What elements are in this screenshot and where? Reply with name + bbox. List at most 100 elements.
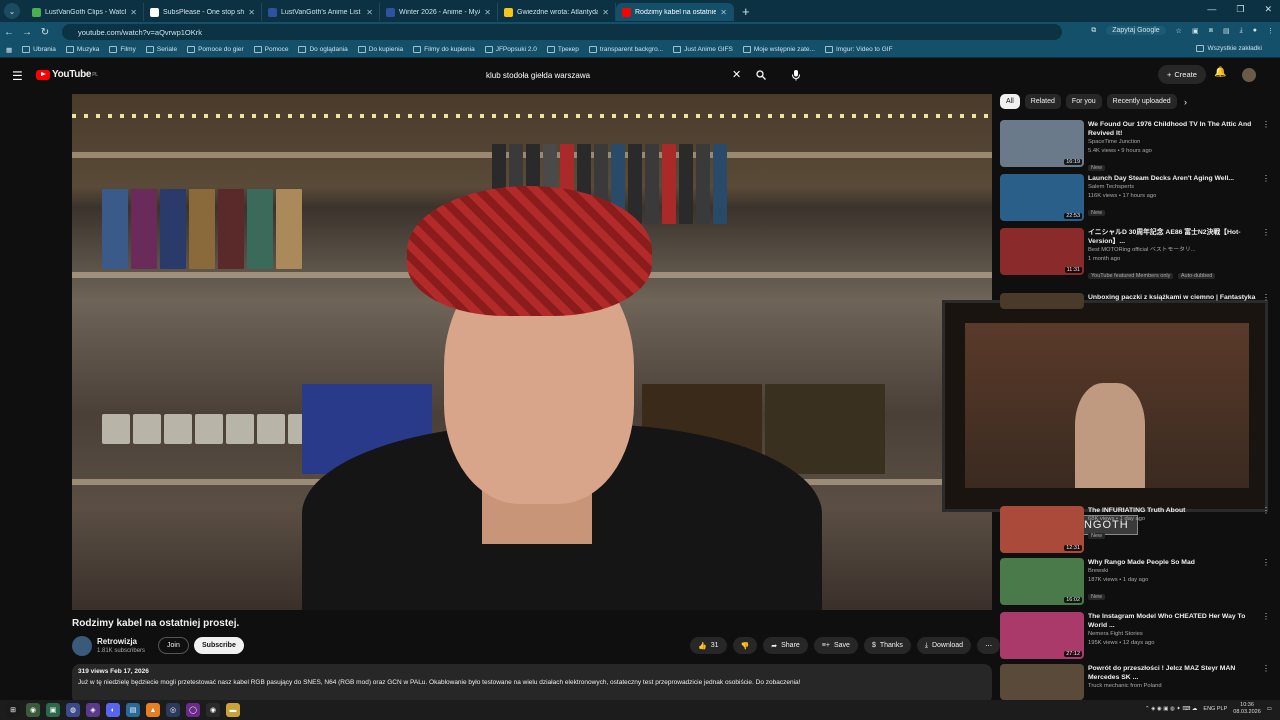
- clear-search-icon[interactable]: ✕: [732, 68, 741, 81]
- download-button[interactable]: ⤓ Download: [916, 637, 972, 654]
- maximize-icon[interactable]: ❐: [1236, 4, 1244, 15]
- bookmark-folder[interactable]: Ubrania: [22, 46, 56, 53]
- share-button[interactable]: ➦ Share: [763, 637, 808, 654]
- google-lens-button[interactable]: Zapytaj Google: [1106, 26, 1166, 35]
- bookmark-link[interactable]: Трекер: [546, 46, 579, 53]
- file-explorer-icon[interactable]: ▬: [226, 703, 240, 717]
- bookmark-folder[interactable]: Filmy do kupienia: [413, 46, 475, 53]
- notification-center-icon[interactable]: ▭: [1267, 706, 1272, 712]
- menu-kebab-icon[interactable]: ⋮: [1267, 27, 1274, 35]
- tray-icons[interactable]: ⌃ ◈ ◉ ▣ ◍ ✦ ⌨ ☁: [1145, 706, 1197, 712]
- video-thumbnail[interactable]: 12:31: [1000, 506, 1084, 553]
- rec-title[interactable]: We Found Our 1976 Childhood TV In The At…: [1088, 120, 1258, 138]
- forward-icon[interactable]: →: [18, 27, 36, 38]
- bookmark-link[interactable]: Just Anime GIFS: [673, 46, 733, 53]
- chrome-icon[interactable]: ◉: [26, 703, 40, 717]
- rec-title[interactable]: Powrót do przeszłości ! Jelcz MAZ Steyr …: [1088, 664, 1258, 682]
- rec-title[interactable]: Unboxing paczki z książkami w ciemno | F…: [1088, 293, 1258, 302]
- rec-title[interactable]: Launch Day Steam Decks Aren't Aging Well…: [1088, 174, 1258, 183]
- app-icon[interactable]: ▣: [46, 703, 60, 717]
- bookmark-folder[interactable]: Pomoce: [253, 46, 288, 53]
- more-vert-icon[interactable]: ⋮: [1262, 120, 1270, 129]
- recommended-video[interactable]: Unboxing paczki z książkami w ciemno | F…: [1000, 293, 1270, 309]
- rec-title[interactable]: The INFURIATING Truth About: [1088, 506, 1258, 515]
- voice-search-button[interactable]: [786, 65, 806, 85]
- side-panel-icon[interactable]: ▤: [1223, 27, 1230, 35]
- close-tab-icon[interactable]: ✕: [602, 8, 609, 17]
- minimize-icon[interactable]: —: [1207, 4, 1216, 15]
- all-bookmarks-folder[interactable]: Wszystkie zakładki: [1196, 45, 1262, 52]
- bookmark-link[interactable]: transparent backgro...: [588, 46, 663, 53]
- tab-search-button[interactable]: ⌄: [4, 3, 20, 19]
- video-thumbnail[interactable]: [1000, 293, 1084, 309]
- chip-related[interactable]: Related: [1024, 94, 1061, 109]
- install-app-icon[interactable]: ⧉: [1091, 27, 1096, 35]
- browser-tab[interactable]: LustVanGoth's Anime List - My ✕: [262, 3, 380, 21]
- close-window-icon[interactable]: ✕: [1264, 4, 1272, 15]
- vlc-icon[interactable]: ▲: [146, 703, 160, 717]
- extension-icon[interactable]: ▣: [1192, 27, 1199, 35]
- more-actions-button[interactable]: ⋯: [977, 637, 1001, 654]
- recommended-video[interactable]: 12:31 The INFURIATING Truth About 68K vi…: [1000, 506, 1270, 553]
- recommended-video[interactable]: 16:02 Why Rango Made People So Mad Brews…: [1000, 558, 1270, 605]
- profile-icon[interactable]: ●: [1253, 27, 1257, 34]
- clock[interactable]: 10:36 08.03.2026: [1233, 702, 1261, 716]
- more-vert-icon[interactable]: ⋮: [1262, 664, 1270, 673]
- video-thumbnail[interactable]: 16:19: [1000, 120, 1084, 167]
- steam-icon[interactable]: ◎: [166, 703, 180, 717]
- search-button[interactable]: [750, 65, 772, 85]
- rec-title[interactable]: Why Rango Made People So Mad: [1088, 558, 1258, 567]
- notifications-bell-icon[interactable]: 🔔: [1214, 67, 1226, 78]
- rec-channel[interactable]: Truck mechanic from Poland: [1088, 682, 1258, 691]
- video-thumbnail[interactable]: [1000, 664, 1084, 700]
- bookmark-link[interactable]: JFPopsuki 2.0: [484, 46, 537, 53]
- app-icon[interactable]: ◉: [206, 703, 220, 717]
- description-box[interactable]: 319 views Feb 17, 2026 Już w tę niedziel…: [72, 664, 992, 704]
- recommended-video[interactable]: 11:31 イニシャルD 30周年記念 AE86 富士N2決戦【Hot-Vers…: [1000, 228, 1270, 282]
- video-thumbnail[interactable]: 27:12: [1000, 612, 1084, 659]
- app-icon[interactable]: ▤: [126, 703, 140, 717]
- more-vert-icon[interactable]: ⋮: [1262, 558, 1270, 567]
- apps-grid-icon[interactable]: ▦: [6, 46, 12, 54]
- back-icon[interactable]: ←: [0, 27, 18, 38]
- new-tab-button[interactable]: +: [742, 4, 750, 19]
- video-thumbnail[interactable]: 22:53: [1000, 174, 1084, 221]
- app-icon[interactable]: ◈: [86, 703, 100, 717]
- browser-tab[interactable]: SubsPlease - One stop shop fo✕: [144, 3, 262, 21]
- account-avatar[interactable]: [1242, 68, 1256, 82]
- bookmark-folder[interactable]: Do oglądania: [298, 46, 348, 53]
- chip-all[interactable]: All: [1000, 94, 1020, 109]
- dislike-button[interactable]: 👎: [732, 637, 758, 654]
- close-tab-icon[interactable]: ✕: [720, 8, 727, 17]
- thanks-button[interactable]: $ Thanks: [863, 637, 911, 654]
- rec-channel[interactable]: Brewski: [1088, 567, 1258, 576]
- url-field[interactable]: youtube.com/watch?v=aQvrwp1OKrk: [62, 24, 1062, 40]
- browser-tab[interactable]: Gwiezdne wrota: Atlantyda / St✕: [498, 3, 616, 21]
- hamburger-menu-icon[interactable]: ☰: [12, 69, 23, 83]
- save-button[interactable]: ≡+ Save: [813, 637, 858, 654]
- video-player[interactable]: [72, 94, 992, 610]
- bookmark-folder[interactable]: Seriale: [145, 46, 177, 53]
- youtube-logo[interactable]: YouTube PL: [36, 69, 98, 80]
- browser-tab-active[interactable]: Rodzimy kabel na ostatniej ✕: [616, 3, 734, 21]
- more-vert-icon[interactable]: ⋮: [1262, 228, 1270, 237]
- rec-title[interactable]: イニシャルD 30周年記念 AE86 富士N2決戦【Hot-Version】..…: [1088, 228, 1258, 246]
- channel-name[interactable]: Retrowizja: [97, 637, 137, 646]
- more-vert-icon[interactable]: ⋮: [1262, 174, 1270, 183]
- browser-tab[interactable]: LustVanGoth Clips - Watch Live ✕: [26, 3, 144, 21]
- close-tab-icon[interactable]: ✕: [248, 8, 255, 17]
- bookmark-folder[interactable]: Pomoce do gier: [187, 46, 244, 53]
- close-tab-icon[interactable]: ✕: [366, 8, 373, 17]
- more-vert-icon[interactable]: ⋮: [1262, 293, 1270, 302]
- recommended-video[interactable]: 27:12 The Instagram Model Who CHEATED He…: [1000, 612, 1270, 659]
- downloads-icon[interactable]: ⤓: [1240, 27, 1243, 35]
- extensions-puzzle-icon[interactable]: ⧈: [1209, 27, 1213, 35]
- close-tab-icon[interactable]: ✕: [484, 8, 491, 17]
- like-button[interactable]: 👍 31: [690, 637, 727, 654]
- discord-icon[interactable]: ◐: [106, 703, 120, 717]
- chip-for-you[interactable]: For you: [1065, 94, 1102, 109]
- recommended-video[interactable]: Powrót do przeszłości ! Jelcz MAZ Steyr …: [1000, 664, 1270, 700]
- rec-channel[interactable]: SpaceTime Junction: [1088, 138, 1258, 147]
- start-icon[interactable]: ⊞: [6, 703, 20, 717]
- join-button[interactable]: Join: [158, 637, 189, 654]
